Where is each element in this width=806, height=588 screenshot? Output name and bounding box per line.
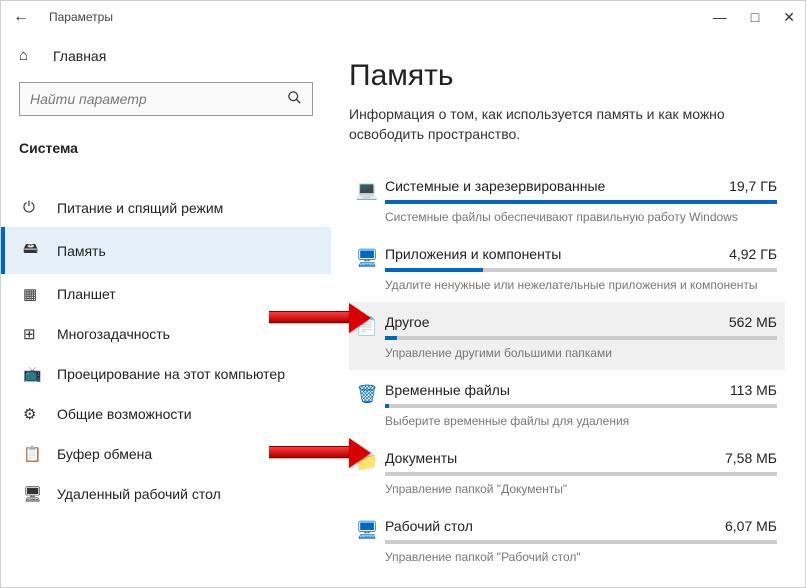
storage-size: 4,92 ГБ: [729, 246, 777, 262]
storage-item[interactable]: 📁 Документы 7,58 МБ Управление папкой "Д…: [349, 438, 785, 506]
storage-item[interactable]: 🖥 Приложения и компоненты 4,92 ГБ Удалит…: [349, 234, 785, 302]
storage-title: Рабочий стол: [385, 518, 473, 534]
storage-size: 562 МБ: [729, 314, 777, 330]
storage-title: Другое: [385, 314, 429, 330]
sidebar-item-share[interactable]: ⚙ Общие возможности: [1, 394, 331, 434]
search-placeholder: Найти параметр: [30, 91, 147, 107]
trash-icon: 🗑: [349, 382, 385, 405]
sidebar-item-tablet[interactable]: ▦ Планшет: [1, 274, 331, 314]
desktop-icon: 🖥: [349, 518, 385, 541]
arrow-annotation: [269, 446, 349, 458]
home-link[interactable]: ⌂ Главная: [1, 39, 331, 72]
main-panel: Память Информация о том, как используетс…: [331, 33, 805, 587]
storage-title: Временные файлы: [385, 382, 510, 398]
storage-bar: [385, 404, 777, 408]
storage-desc: Удалите ненужные или нежелательные прило…: [385, 278, 777, 292]
home-label: Главная: [53, 48, 106, 64]
nav-label: Планшет: [57, 286, 116, 302]
storage-item[interactable]: 🖼 Изображения 5,35 МБ: [349, 574, 785, 587]
storage-size: 113 МБ: [730, 382, 777, 398]
storage-desc: Управление папкой "Рабочий стол": [385, 550, 777, 564]
laptop-icon: 💻: [349, 178, 385, 201]
storage-desc: Управление папкой "Документы": [385, 482, 777, 496]
storage-bar: [385, 268, 777, 272]
storage-size: 6,07 МБ: [725, 518, 777, 534]
storage-desc: Выберите временные файлы для удаления: [385, 414, 777, 428]
tablet-icon: ▦: [23, 285, 43, 303]
sidebar-item-storage[interactable]: 🖴 Память: [1, 227, 331, 274]
nav-label: Удаленный рабочий стол: [57, 486, 221, 502]
sidebar: ⌂ Главная Найти параметр Система ⏻ Питан…: [1, 33, 331, 587]
storage-desc: Системные файлы обеспечивают правильную …: [385, 210, 777, 224]
storage-bar: [385, 472, 777, 476]
search-icon: [287, 90, 302, 108]
power-icon: ⏻: [23, 199, 43, 216]
storage-item[interactable]: 🗑 Временные файлы 113 МБ Выберите времен…: [349, 370, 785, 438]
nav-label: Общие возможности: [57, 406, 192, 422]
storage-desc: Управление другими большими папками: [385, 346, 777, 360]
storage-title: Приложения и компоненты: [385, 246, 561, 262]
window-title: Параметры: [49, 10, 113, 24]
storage-title: Изображения: [385, 586, 473, 587]
sidebar-item-power[interactable]: ⏻ Питание и спящий режим: [1, 188, 331, 227]
storage-bar: [385, 336, 777, 340]
page-title: Память: [349, 59, 785, 93]
category-label: Система: [1, 134, 331, 170]
sidebar-item-project[interactable]: 📺 Проецирование на этот компьютер: [1, 354, 331, 394]
project-icon: 📺: [23, 365, 43, 383]
maximize-button[interactable]: □: [751, 9, 759, 26]
close-button[interactable]: ✕: [783, 9, 795, 26]
nav-label: Многозадачность: [57, 326, 170, 342]
home-icon: ⌂: [19, 47, 39, 64]
storage-size: 5,35 МБ: [725, 586, 777, 587]
minimize-button[interactable]: —: [713, 9, 727, 26]
nav-label: Проецирование на этот компьютер: [57, 366, 285, 382]
arrow-annotation: [269, 311, 349, 323]
storage-title: Системные и зарезервированные: [385, 178, 605, 194]
page-subtitle: Информация о том, как используется памят…: [349, 105, 785, 144]
nav-label: Память: [57, 243, 106, 259]
search-input[interactable]: Найти параметр: [19, 82, 313, 116]
multitask-icon: ⊞: [23, 325, 43, 343]
remote-icon: 🖥: [23, 485, 43, 503]
back-button[interactable]: ←: [11, 8, 31, 26]
storage-size: 19,7 ГБ: [729, 178, 777, 194]
nav-label: Питание и спящий режим: [57, 200, 223, 216]
storage-bar: [385, 200, 777, 204]
share-icon: ⚙: [23, 405, 43, 423]
clipboard-icon: 📋: [23, 445, 43, 463]
images-icon: 🖼: [349, 586, 385, 587]
storage-bar: [385, 540, 777, 544]
sidebar-item-remote[interactable]: 🖥 Удаленный рабочий стол: [1, 474, 331, 514]
apps-icon: 🖥: [349, 246, 385, 269]
titlebar: ← Параметры — □ ✕: [1, 1, 805, 33]
sidebar-item-partial[interactable]: [1, 170, 331, 188]
storage-item[interactable]: 💻 Системные и зарезервированные 19,7 ГБ …: [349, 166, 785, 234]
storage-item[interactable]: 📄 Другое 562 МБ Управление другими больш…: [349, 302, 785, 370]
storage-icon: 🖴: [23, 238, 43, 263]
storage-title: Документы: [385, 450, 457, 466]
storage-size: 7,58 МБ: [725, 450, 777, 466]
nav-label: Буфер обмена: [57, 446, 152, 462]
storage-item[interactable]: 🖥 Рабочий стол 6,07 МБ Управление папкой…: [349, 506, 785, 574]
